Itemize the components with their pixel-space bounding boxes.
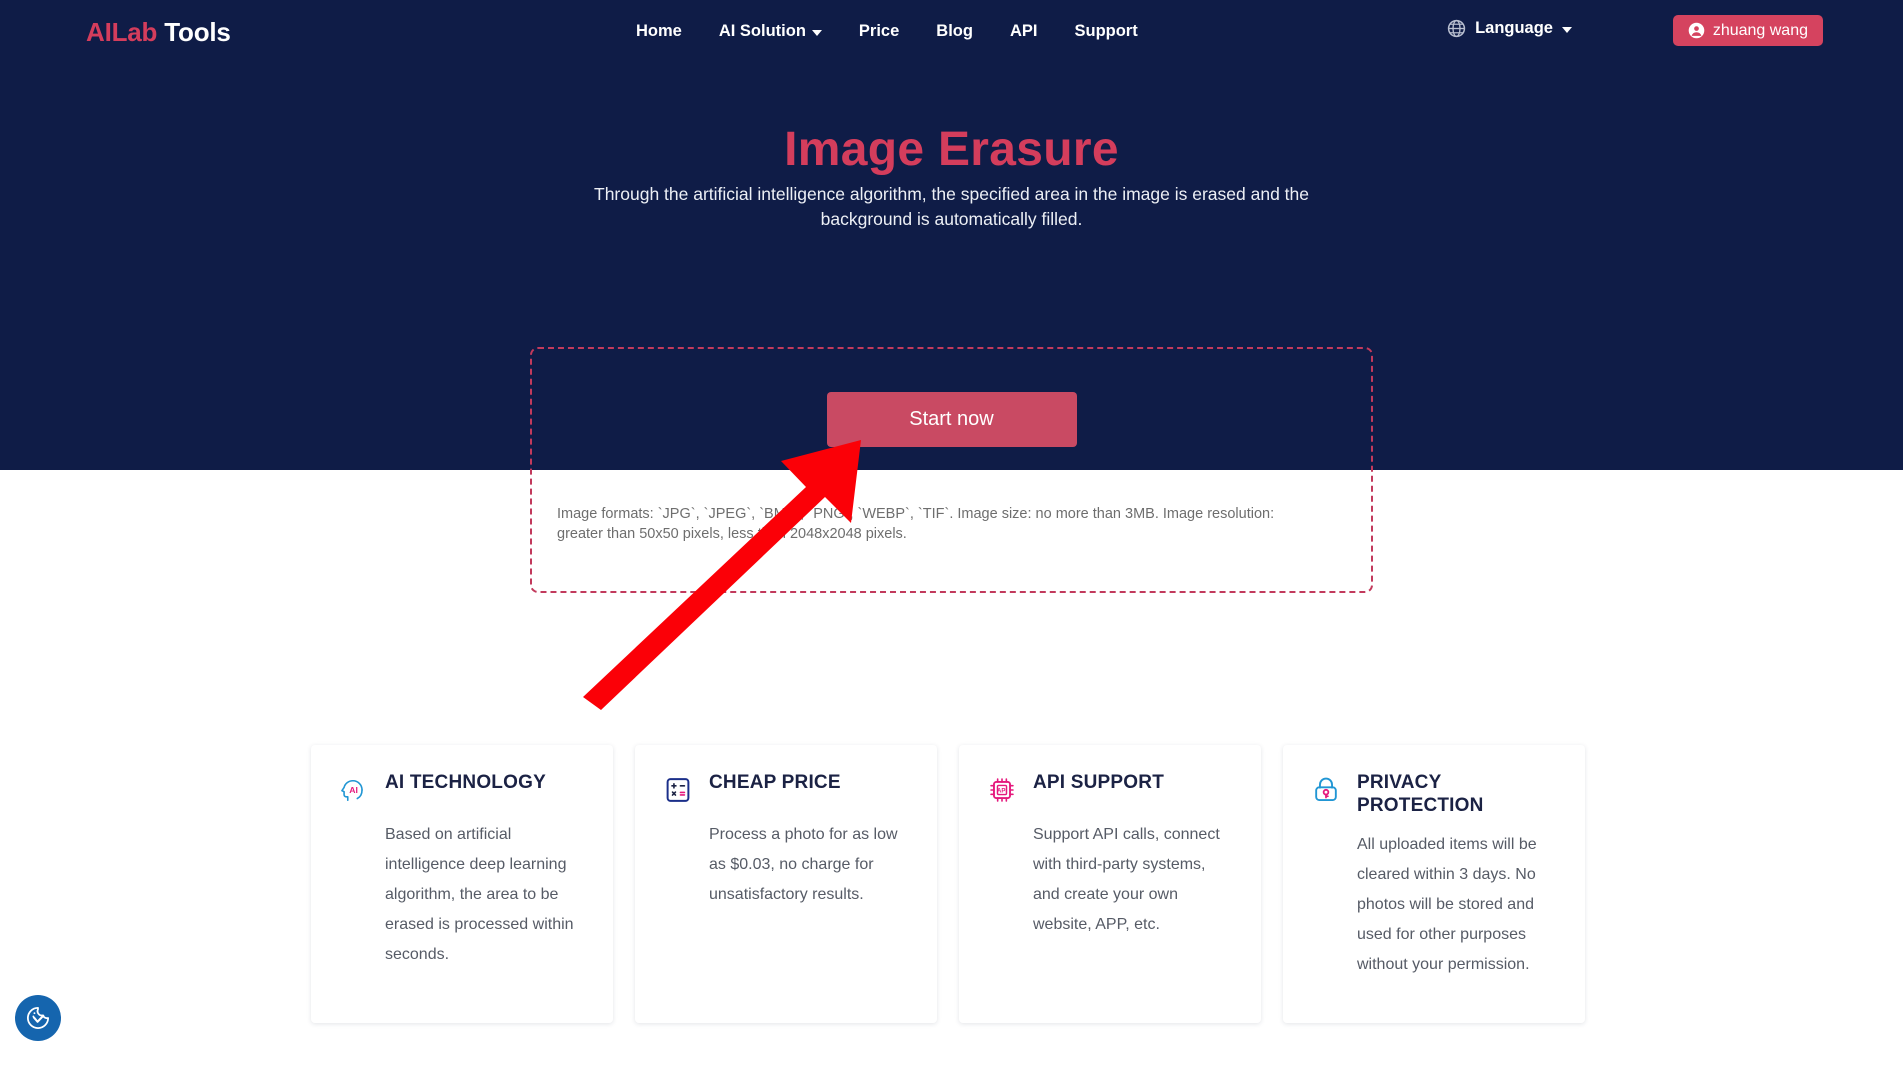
brand-logo-secondary: Tools: [164, 17, 231, 47]
feature-card-header: API API SUPPORT: [985, 771, 1235, 807]
ai-head-icon: AI: [341, 779, 363, 802]
start-now-button[interactable]: Start now: [826, 392, 1077, 447]
feature-card-title: API SUPPORT: [1033, 772, 1164, 793]
feature-card-body: Support API calls, connect with third-pa…: [1033, 826, 1220, 933]
feature-card-title: CHEAP PRICE: [709, 772, 841, 793]
nav-item-home-label: Home: [636, 22, 682, 40]
brand-logo-primary: AILab: [86, 17, 158, 47]
api-chip-icon: API: [990, 778, 1014, 802]
supported-formats-text: Image formats: `JPG`, `JPEG`, `BMP`, `PN…: [557, 506, 1275, 542]
calculator-icon: [666, 778, 690, 802]
feature-card-body: Process a photo for as low as $0.03, no …: [709, 826, 898, 903]
feature-card-header: PRIVACY PROTECTION: [1309, 771, 1559, 817]
feature-card-cheap-price: CHEAP PRICE Process a photo for as low a…: [635, 745, 937, 1023]
page-root: AILab Tools Home AI Solution Price Blog …: [0, 0, 1903, 1067]
svg-text:API: API: [997, 788, 1007, 794]
feature-card-body: Based on artificial intelligence deep le…: [385, 826, 574, 963]
feature-card-api-support: API API SUPPORT Support API calls, conne…: [959, 745, 1261, 1023]
chevron-down-icon: [811, 30, 822, 36]
nav-item-ai-solution[interactable]: AI Solution: [719, 22, 822, 41]
cookie-check-icon: [26, 1006, 50, 1030]
cookie-consent-button[interactable]: [15, 995, 61, 1041]
feature-card-title: PRIVACY PROTECTION: [1357, 772, 1484, 816]
globe-icon: [1447, 19, 1466, 38]
feature-card-title: AI TECHNOLOGY: [385, 772, 546, 793]
feature-card-privacy-protection: PRIVACY PROTECTION All uploaded items wi…: [1283, 745, 1585, 1023]
feature-card-list: AI AI TECHNOLOGY Based on artificial int…: [311, 745, 1585, 1023]
language-label: Language: [1475, 19, 1553, 37]
nav-item-support-label: Support: [1074, 22, 1138, 40]
nav-item-ai-solution-label: AI Solution: [718, 22, 806, 40]
site-header: AILab Tools Home AI Solution Price Blog …: [0, 0, 1903, 62]
user-circle-icon: [1688, 22, 1705, 39]
nav-item-blog-label: Blog: [936, 22, 973, 40]
lock-icon: [1315, 777, 1337, 801]
nav-item-price[interactable]: Price: [859, 22, 899, 41]
user-account-button[interactable]: zhuang wang: [1672, 15, 1823, 46]
upload-dropzone[interactable]: Start now Image formats: `JPG`, `JPEG`, …: [530, 347, 1373, 593]
nav-item-api[interactable]: API: [1010, 22, 1038, 41]
feature-card-header: AI AI TECHNOLOGY: [337, 771, 587, 807]
nav-item-blog[interactable]: Blog: [936, 22, 973, 41]
feature-card-ai-technology: AI AI TECHNOLOGY Based on artificial int…: [311, 745, 613, 1023]
page-subtitle: Through the artificial intelligence algo…: [594, 184, 1309, 229]
chevron-down-icon: [1562, 27, 1572, 33]
brand-logo[interactable]: AILab Tools: [86, 17, 231, 48]
page-title: Image Erasure: [784, 123, 1119, 176]
main-navigation: Home AI Solution Price Blog API Support: [636, 22, 1138, 41]
language-selector[interactable]: Language: [1447, 19, 1572, 38]
nav-item-price-label: Price: [858, 22, 900, 40]
svg-text:AI: AI: [349, 785, 358, 795]
feature-card-body: All uploaded items will be cleared withi…: [1357, 836, 1537, 973]
feature-card-header: CHEAP PRICE: [661, 771, 911, 807]
nav-item-api-label: API: [1009, 22, 1038, 40]
user-account-name: zhuang wang: [1712, 21, 1808, 39]
nav-item-home[interactable]: Home: [636, 22, 682, 41]
nav-item-support[interactable]: Support: [1074, 22, 1137, 41]
